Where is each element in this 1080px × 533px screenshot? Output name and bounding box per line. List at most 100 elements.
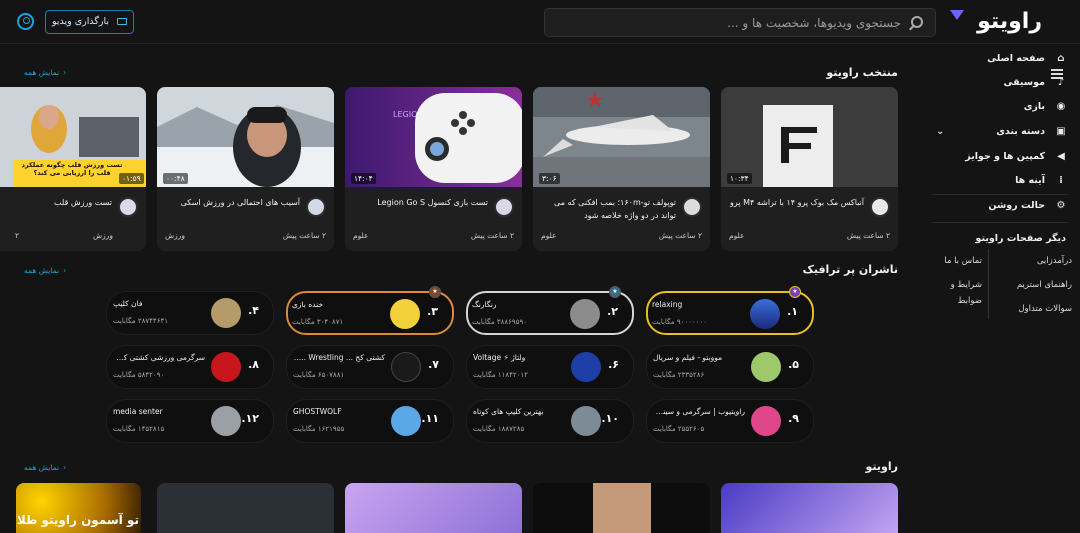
sidebar-item-mirrors[interactable]: ⁞ آینه ها xyxy=(936,171,1066,191)
video-thumbnail[interactable] xyxy=(721,483,898,533)
publisher-avatar xyxy=(570,299,600,329)
publisher-card[interactable]: ★ ۲. رنگارنگ ۳۸۸۶۹۵۹۰ مگابایت xyxy=(466,286,634,335)
publisher-name: GHOSTWOLF xyxy=(293,407,342,416)
publisher-avatar xyxy=(211,406,241,436)
video-camera-icon xyxy=(117,18,128,25)
video-title[interactable]: آسیب های احتمالی در ورزش اسکی xyxy=(164,196,300,209)
publisher-card[interactable]: ۱۰. بهترین کلیپ های کوتاه ۱۸۸۷۲۸۵ مگابای… xyxy=(466,399,634,443)
grid-icon: ⁞ xyxy=(1059,175,1063,186)
video-category: ورزش xyxy=(165,231,186,240)
publisher-card[interactable]: ۵. مووبتو - فیلم و سریال ۲۳۳۵۲۸۶ مگابایت xyxy=(646,345,814,389)
channel-avatar[interactable] xyxy=(118,197,138,217)
footer-links: درآمدزایی راهنمای استریم سوالات متداول ت… xyxy=(922,249,1072,339)
video-title[interactable]: تست بازی کنسول Legion Go S xyxy=(352,196,488,209)
chevron-left-icon: ‹ xyxy=(63,68,67,77)
publisher-card[interactable]: ۱۱. GHOSTWOLF ۱۶۲۱۹۵۵ مگابایت xyxy=(286,399,454,443)
video-thumbnail[interactable] xyxy=(533,483,710,533)
publisher-card[interactable]: ۴. فان کلیپ ۲۸۷۴۴۶۴۱ مگابایت xyxy=(106,291,274,335)
channel-avatar[interactable] xyxy=(682,197,702,217)
sidebar-item-home[interactable]: ⌂ صفحه اصلی xyxy=(936,49,1066,69)
upload-video-button[interactable]: بارگذاری ویدیو xyxy=(45,10,134,34)
chevron-down-icon[interactable]: ⌄ xyxy=(936,122,944,142)
video-duration: ۰۱:۵۹ xyxy=(119,173,144,184)
sidebar-item-label: صفحه اصلی xyxy=(987,53,1045,64)
logo[interactable]: راویتو xyxy=(950,8,1042,36)
video-title[interactable]: آنباکس مک بوک پرو ۱۴ با تراشه M۴ پرو xyxy=(728,196,864,209)
video-title[interactable]: توپولف تو-۱۶۰m؛ بمب افکنی که می تواند در… xyxy=(540,196,676,222)
ski-thumbnail-art xyxy=(157,87,334,187)
publisher-traffic: ۱۴۵۲۸۱۵ مگابایت xyxy=(113,425,165,433)
channel-avatar[interactable] xyxy=(870,197,890,217)
publisher-name: رنگارنگ xyxy=(472,300,497,309)
footer-link-faq[interactable]: سوالات متداول xyxy=(1000,297,1072,321)
footer-link-contact[interactable]: تماس با ما xyxy=(927,249,982,273)
show-all-raveto-link[interactable]: ‹نمایش همه xyxy=(20,463,66,472)
publisher-name: مووبتو - فیلم و سریال xyxy=(653,353,723,362)
channel-avatar[interactable] xyxy=(494,197,514,217)
publisher-card[interactable]: ★ ۱. relaxing ۹۰۰۰۰۰۰۰ مگابایت xyxy=(646,286,814,335)
publisher-traffic: ۲۳۳۵۲۸۶ مگابایت xyxy=(653,371,705,379)
video-age: ۲ ساعت پیش xyxy=(470,231,514,240)
video-card[interactable]: LEGION ۱۴:۰۴ تست بازی کنسول Legion Go S … xyxy=(345,87,522,251)
video-thumbnail[interactable]: تو آسمون راویتو طلای xyxy=(16,483,141,533)
gear-icon: ⚙ xyxy=(1056,200,1066,211)
gamepad-icon: ◉ xyxy=(1056,101,1066,112)
publisher-rank: ۱. xyxy=(787,305,798,318)
medal-icon: ★ xyxy=(789,286,801,298)
video-thumbnail[interactable]: LEGION ۱۴:۰۴ xyxy=(345,87,522,187)
thumbnail-caption: تو آسمون راویتو طلای xyxy=(16,513,139,527)
music-icon: ♪ xyxy=(1057,77,1065,88)
video-thumbnail[interactable]: تست ورزش قلب چگونه عملکرد قلب را ارزیابی… xyxy=(0,87,146,187)
logo-text: راویتو xyxy=(977,9,1042,34)
publisher-card[interactable]: ★ ۳. خنده بازی ۳۰۴۰۸۷۱ مگابایت xyxy=(286,286,454,335)
sidebar-item-label: حالت روشن xyxy=(988,200,1045,211)
show-all-publishers-link[interactable]: ‹نمایش همه xyxy=(20,266,66,275)
search-icon[interactable] xyxy=(911,16,923,28)
laptop-thumbnail-art xyxy=(721,87,898,187)
video-card[interactable]: ۱۰:۳۴ آنباکس مک بوک پرو ۱۴ با تراشه M۴ پ… xyxy=(721,87,898,251)
video-age: ۲ ساعت پیش xyxy=(846,231,890,240)
publisher-card[interactable]: ۷. کشتی کج ... Wrestling ... ر... ۶۵۰۷۸۸… xyxy=(286,345,454,389)
sidebar-item-campaigns[interactable]: ◀ کمپین ها و جوایز xyxy=(936,147,1066,167)
user-account-icon[interactable] xyxy=(17,13,34,30)
publisher-card[interactable]: ۸. سرگرمی ورزشی کشتی کج مس... ۵۸۴۲۰۹۰ مگ… xyxy=(106,345,274,389)
publisher-rank: ۸. xyxy=(248,358,259,371)
publisher-avatar xyxy=(571,406,601,436)
sidebar-item-categories[interactable]: ▣ دسته بندی ⌄ xyxy=(936,122,1066,142)
channel-avatar[interactable] xyxy=(306,197,326,217)
publisher-name: media senter xyxy=(113,407,163,416)
publisher-avatar xyxy=(751,352,781,382)
video-thumbnail[interactable]: ۱۰:۳۴ xyxy=(721,87,898,187)
video-duration: ۱۰:۳۴ xyxy=(727,173,752,184)
publisher-card[interactable]: ۱۲. media senter ۱۴۵۲۸۱۵ مگابایت xyxy=(106,399,274,443)
video-card[interactable]: تست ورزش قلب چگونه عملکرد قلب را ارزیابی… xyxy=(0,87,146,251)
publishers-section-title: ناشران پر ترافیک xyxy=(802,263,898,276)
publisher-avatar xyxy=(390,299,420,329)
video-thumbnail[interactable]: ۰۰:۴۸ xyxy=(157,87,334,187)
search-input[interactable] xyxy=(561,9,901,36)
bomber-thumbnail-art xyxy=(533,87,710,187)
video-card[interactable]: ۰۰:۴۸ آسیب های احتمالی در ورزش اسکی ورزش… xyxy=(157,87,334,251)
video-thumbnail[interactable] xyxy=(157,483,334,533)
video-card[interactable]: ۳:۰۶ توپولف تو-۱۶۰m؛ بمب افکنی که می توا… xyxy=(533,87,710,251)
medal-icon: ★ xyxy=(609,286,621,298)
show-all-featured-link[interactable]: ‹نمایش همه xyxy=(20,68,66,77)
publisher-card[interactable]: ۹. راویتیوب | سرگرمی و سینما... ۲۵۵۲۶۰۵ … xyxy=(646,399,814,443)
sidebar-item-light-mode[interactable]: ⚙ حالت روشن xyxy=(936,196,1066,216)
publisher-rank: ۳. xyxy=(427,305,438,318)
publisher-traffic: ۱۶۲۱۹۵۵ مگابایت xyxy=(293,425,345,433)
footer-link-monetization[interactable]: درآمدزایی xyxy=(1000,249,1072,273)
publisher-rank: ۱۱. xyxy=(421,412,439,425)
sidebar-item-games[interactable]: ◉ بازی xyxy=(936,97,1066,117)
sidebar-item-music[interactable]: ♪ موسیقی xyxy=(936,73,1066,93)
footer-links-separator xyxy=(988,249,989,319)
publisher-card[interactable]: ۶. ولتاژ ⚡ Voltage ۱۱۸۴۲۰۱۲ مگابایت xyxy=(466,345,634,389)
video-thumbnail[interactable]: ۳:۰۶ xyxy=(533,87,710,187)
chevron-left-icon: ‹ xyxy=(63,266,67,275)
footer-link-streaming-guide[interactable]: راهنمای استریم xyxy=(1000,273,1072,297)
video-thumbnail[interactable] xyxy=(345,483,522,533)
video-title[interactable]: تست ورزش قلب xyxy=(0,196,112,209)
publisher-avatar xyxy=(391,406,421,436)
footer-link-terms[interactable]: شرایط و ضوابط xyxy=(927,273,982,306)
publisher-traffic: ۱۱۸۴۲۰۱۲ مگابایت xyxy=(473,371,528,379)
